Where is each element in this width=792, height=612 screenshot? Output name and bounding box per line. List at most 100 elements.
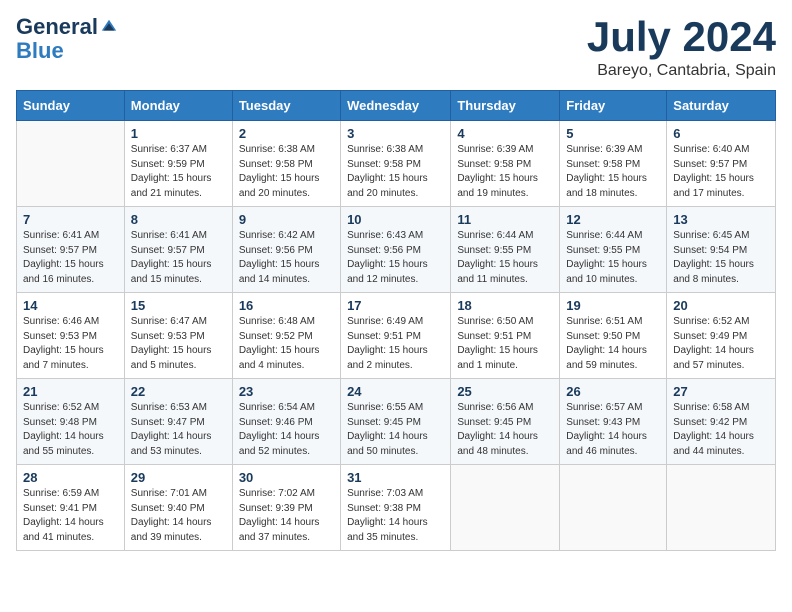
day-info: Sunrise: 6:52 AMSunset: 9:49 PMDaylight:… (673, 315, 769, 373)
calendar-cell: 18 Sunrise: 6:50 AMSunset: 9:51 PMDayligh… (451, 293, 560, 379)
day-info: Sunrise: 7:03 AMSunset: 9:38 PMDaylight:… (347, 487, 444, 545)
calendar-cell: 11 Sunrise: 6:44 AMSunset: 9:55 PMDayligh… (451, 207, 560, 293)
calendar-cell (560, 465, 667, 551)
day-number: 26 (566, 384, 660, 399)
calendar-cell: 31 Sunrise: 7:03 AMSunset: 9:38 PMDayligh… (341, 465, 451, 551)
calendar-cell (667, 465, 776, 551)
logo: General Blue (16, 16, 118, 64)
calendar-cell: 26Sunrise: 6:57 AMSunset: 9:43 PMDayligh… (560, 379, 667, 465)
day-header-thursday: Thursday (451, 91, 560, 121)
day-number: 28 (23, 470, 118, 485)
day-info: Sunrise: 6:58 AMSunset: 9:42 PMDaylight:… (673, 401, 769, 459)
calendar-cell: 13Sunrise: 6:45 AMSunset: 9:54 PMDayligh… (667, 207, 776, 293)
calendar-week-3: 14Sunrise: 6:46 AMSunset: 9:53 PMDayligh… (17, 293, 776, 379)
day-info: Sunrise: 6:39 AMSunset: 9:58 PMDaylight:… (457, 143, 553, 201)
calendar-cell (17, 121, 125, 207)
location: Bareyo, Cantabria, Spain (587, 62, 776, 80)
calendar-cell: 14Sunrise: 6:46 AMSunset: 9:53 PMDayligh… (17, 293, 125, 379)
day-info: Sunrise: 6:40 AMSunset: 9:57 PMDaylight:… (673, 143, 769, 201)
calendar-cell: 3Sunrise: 6:38 AMSunset: 9:58 PMDaylight… (341, 121, 451, 207)
day-info: Sunrise: 6:41 AMSunset: 9:57 PMDaylight:… (131, 229, 226, 287)
day-info: Sunrise: 6:37 AMSunset: 9:59 PMDaylight:… (131, 143, 226, 201)
day-number: 6 (673, 126, 769, 141)
calendar-cell: 15Sunrise: 6:47 AMSunset: 9:53 PMDayligh… (124, 293, 232, 379)
day-info: Sunrise: 6:46 AMSunset: 9:53 PMDaylight:… (23, 315, 118, 373)
calendar-cell: 19 Sunrise: 6:51 AMSunset: 9:50 PMDayligh… (560, 293, 667, 379)
day-info: Sunrise: 6:39 AMSunset: 9:58 PMDaylight:… (566, 143, 660, 201)
logo-text: General (16, 16, 118, 38)
calendar-header-row: SundayMondayTuesdayWednesdayThursdayFrid… (17, 91, 776, 121)
day-number: 30 (239, 470, 334, 485)
calendar-cell: 28 Sunrise: 6:59 AMSunset: 9:41 PMDayligh… (17, 465, 125, 551)
day-info: Sunrise: 6:53 AMSunset: 9:47 PMDaylight:… (131, 401, 226, 459)
day-info: Sunrise: 6:52 AMSunset: 9:48 PMDaylight:… (23, 401, 118, 459)
day-info: Sunrise: 6:41 AMSunset: 9:57 PMDaylight:… (23, 229, 118, 287)
day-header-monday: Monday (124, 91, 232, 121)
day-number: 19 (566, 298, 660, 313)
calendar-cell: 21 Sunrise: 6:52 AMSunset: 9:48 PMDayligh… (17, 379, 125, 465)
day-number: 8 (131, 212, 226, 227)
day-header-friday: Friday (560, 91, 667, 121)
day-info: Sunrise: 6:43 AMSunset: 9:56 PMDaylight:… (347, 229, 444, 287)
calendar-cell: 24 Sunrise: 6:55 AMSunset: 9:45 PMDayligh… (341, 379, 451, 465)
day-number: 17 (347, 298, 444, 313)
calendar-cell: 7Sunrise: 6:41 AMSunset: 9:57 PMDaylight… (17, 207, 125, 293)
day-info: Sunrise: 7:02 AMSunset: 9:39 PMDaylight:… (239, 487, 334, 545)
page-header: General Blue July 2024 Bareyo, Cantabria… (16, 16, 776, 80)
day-header-saturday: Saturday (667, 91, 776, 121)
day-info: Sunrise: 6:42 AMSunset: 9:56 PMDaylight:… (239, 229, 334, 287)
calendar-week-5: 28 Sunrise: 6:59 AMSunset: 9:41 PMDayligh… (17, 465, 776, 551)
day-number: 1 (131, 126, 226, 141)
day-info: Sunrise: 6:38 AMSunset: 9:58 PMDaylight:… (239, 143, 334, 201)
calendar-cell (451, 465, 560, 551)
day-number: 25 (457, 384, 553, 399)
day-info: Sunrise: 6:55 AMSunset: 9:45 PMDaylight:… (347, 401, 444, 459)
day-info: Sunrise: 6:44 AMSunset: 9:55 PMDaylight:… (457, 229, 553, 287)
day-number: 2 (239, 126, 334, 141)
day-header-wednesday: Wednesday (341, 91, 451, 121)
day-number: 31 (347, 470, 444, 485)
calendar-table: SundayMondayTuesdayWednesdayThursdayFrid… (16, 90, 776, 551)
calendar-week-1: 1 Sunrise: 6:37 AMSunset: 9:59 PMDaylight… (17, 121, 776, 207)
day-info: Sunrise: 6:59 AMSunset: 9:41 PMDaylight:… (23, 487, 118, 545)
calendar-cell: 20 Sunrise: 6:52 AMSunset: 9:49 PMDayligh… (667, 293, 776, 379)
day-header-sunday: Sunday (17, 91, 125, 121)
day-number: 24 (347, 384, 444, 399)
calendar-cell: 30 Sunrise: 7:02 AMSunset: 9:39 PMDayligh… (232, 465, 340, 551)
title-section: July 2024 Bareyo, Cantabria, Spain (587, 16, 776, 80)
day-number: 9 (239, 212, 334, 227)
day-number: 18 (457, 298, 553, 313)
day-number: 11 (457, 212, 553, 227)
calendar-cell: 27 Sunrise: 6:58 AMSunset: 9:42 PMDayligh… (667, 379, 776, 465)
day-number: 21 (23, 384, 118, 399)
calendar-cell: 16Sunrise: 6:48 AMSunset: 9:52 PMDayligh… (232, 293, 340, 379)
calendar-cell: 6 Sunrise: 6:40 AMSunset: 9:57 PMDaylight… (667, 121, 776, 207)
calendar-cell: 17 Sunrise: 6:49 AMSunset: 9:51 PMDayligh… (341, 293, 451, 379)
calendar-cell: 1 Sunrise: 6:37 AMSunset: 9:59 PMDaylight… (124, 121, 232, 207)
day-info: Sunrise: 6:54 AMSunset: 9:46 PMDaylight:… (239, 401, 334, 459)
day-info: Sunrise: 6:56 AMSunset: 9:45 PMDaylight:… (457, 401, 553, 459)
day-info: Sunrise: 7:01 AMSunset: 9:40 PMDaylight:… (131, 487, 226, 545)
day-info: Sunrise: 6:48 AMSunset: 9:52 PMDaylight:… (239, 315, 334, 373)
calendar-cell: 23 Sunrise: 6:54 AMSunset: 9:46 PMDayligh… (232, 379, 340, 465)
day-number: 27 (673, 384, 769, 399)
day-header-tuesday: Tuesday (232, 91, 340, 121)
logo-icon (100, 18, 118, 36)
day-number: 15 (131, 298, 226, 313)
day-info: Sunrise: 6:49 AMSunset: 9:51 PMDaylight:… (347, 315, 444, 373)
calendar-cell: 10 Sunrise: 6:43 AMSunset: 9:56 PMDayligh… (341, 207, 451, 293)
calendar-cell: 22 Sunrise: 6:53 AMSunset: 9:47 PMDayligh… (124, 379, 232, 465)
calendar-cell: 9 Sunrise: 6:42 AMSunset: 9:56 PMDaylight… (232, 207, 340, 293)
day-number: 3 (347, 126, 444, 141)
day-number: 23 (239, 384, 334, 399)
calendar-week-4: 21 Sunrise: 6:52 AMSunset: 9:48 PMDayligh… (17, 379, 776, 465)
day-number: 20 (673, 298, 769, 313)
day-number: 10 (347, 212, 444, 227)
calendar-cell: 25 Sunrise: 6:56 AMSunset: 9:45 PMDayligh… (451, 379, 560, 465)
logo-blue-text: Blue (16, 38, 64, 64)
calendar-cell: 2 Sunrise: 6:38 AMSunset: 9:58 PMDaylight… (232, 121, 340, 207)
day-number: 22 (131, 384, 226, 399)
day-info: Sunrise: 6:50 AMSunset: 9:51 PMDaylight:… (457, 315, 553, 373)
day-info: Sunrise: 6:44 AMSunset: 9:55 PMDaylight:… (566, 229, 660, 287)
day-info: Sunrise: 6:51 AMSunset: 9:50 PMDaylight:… (566, 315, 660, 373)
